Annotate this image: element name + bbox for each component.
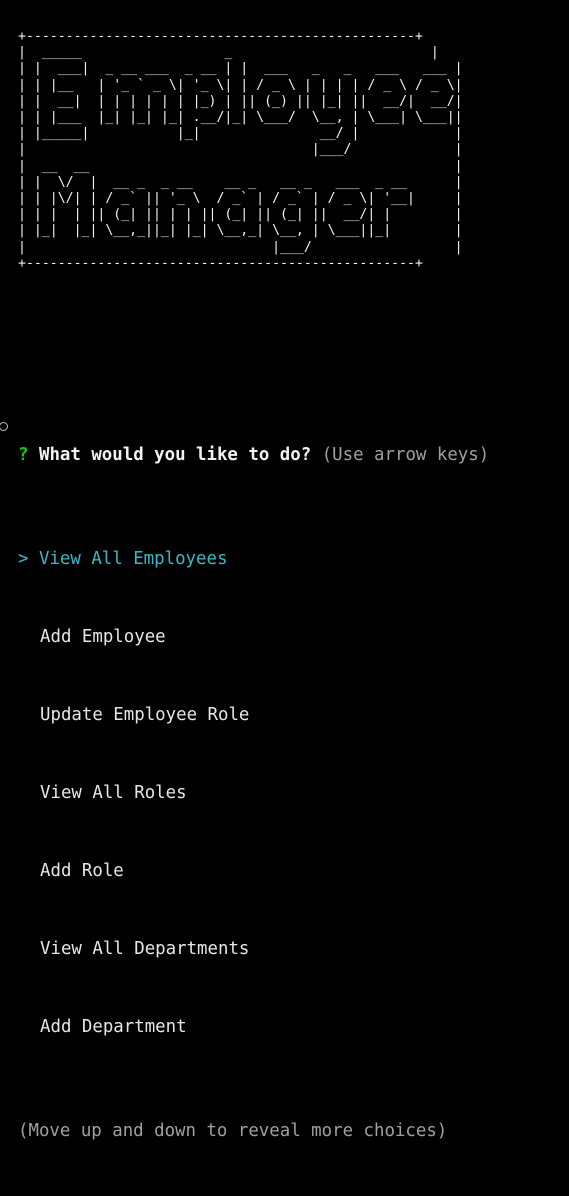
terminal-window: +---------------------------------------… (0, 0, 569, 1141)
prompt-question-line: ? What would you like to do? (Use arrow … (18, 442, 489, 468)
prompt-footer-hint: (Move up and down to reveal more choices… (18, 1121, 448, 1141)
pointer-icon: > (18, 549, 29, 569)
choice-add-employee[interactable]: Add Employee (18, 624, 489, 650)
question-mark-icon: ? (18, 445, 29, 465)
choice-view-all-departments[interactable]: View All Departments (18, 936, 489, 962)
prompt-area: ? What would you like to do? (Use arrow … (18, 390, 489, 1196)
employee-manager-ascii-banner: +---------------------------------------… (18, 29, 463, 271)
choice-view-all-roles[interactable]: View All Roles (18, 780, 489, 806)
mouse-cursor-icon (0, 422, 8, 431)
choice-add-role[interactable]: Add Role (18, 858, 489, 884)
choice-label: View All Employees (38, 549, 228, 569)
choice-label: Add Role (40, 861, 124, 881)
choice-label: View All Roles (40, 783, 187, 803)
choice-label: View All Departments (40, 939, 250, 959)
choice-label: Add Employee (40, 627, 166, 647)
prompt-question: What would you like to do? (38, 445, 312, 465)
prompt-hint: (Use arrow keys) (321, 445, 490, 465)
choice-view-all-employees[interactable]: > View All Employees (18, 546, 489, 572)
choice-label: Add Department (40, 1017, 187, 1037)
choice-label: Update Employee Role (40, 705, 250, 725)
choice-add-department[interactable]: Add Department (18, 1014, 489, 1040)
choice-update-employee-role[interactable]: Update Employee Role (18, 702, 489, 728)
